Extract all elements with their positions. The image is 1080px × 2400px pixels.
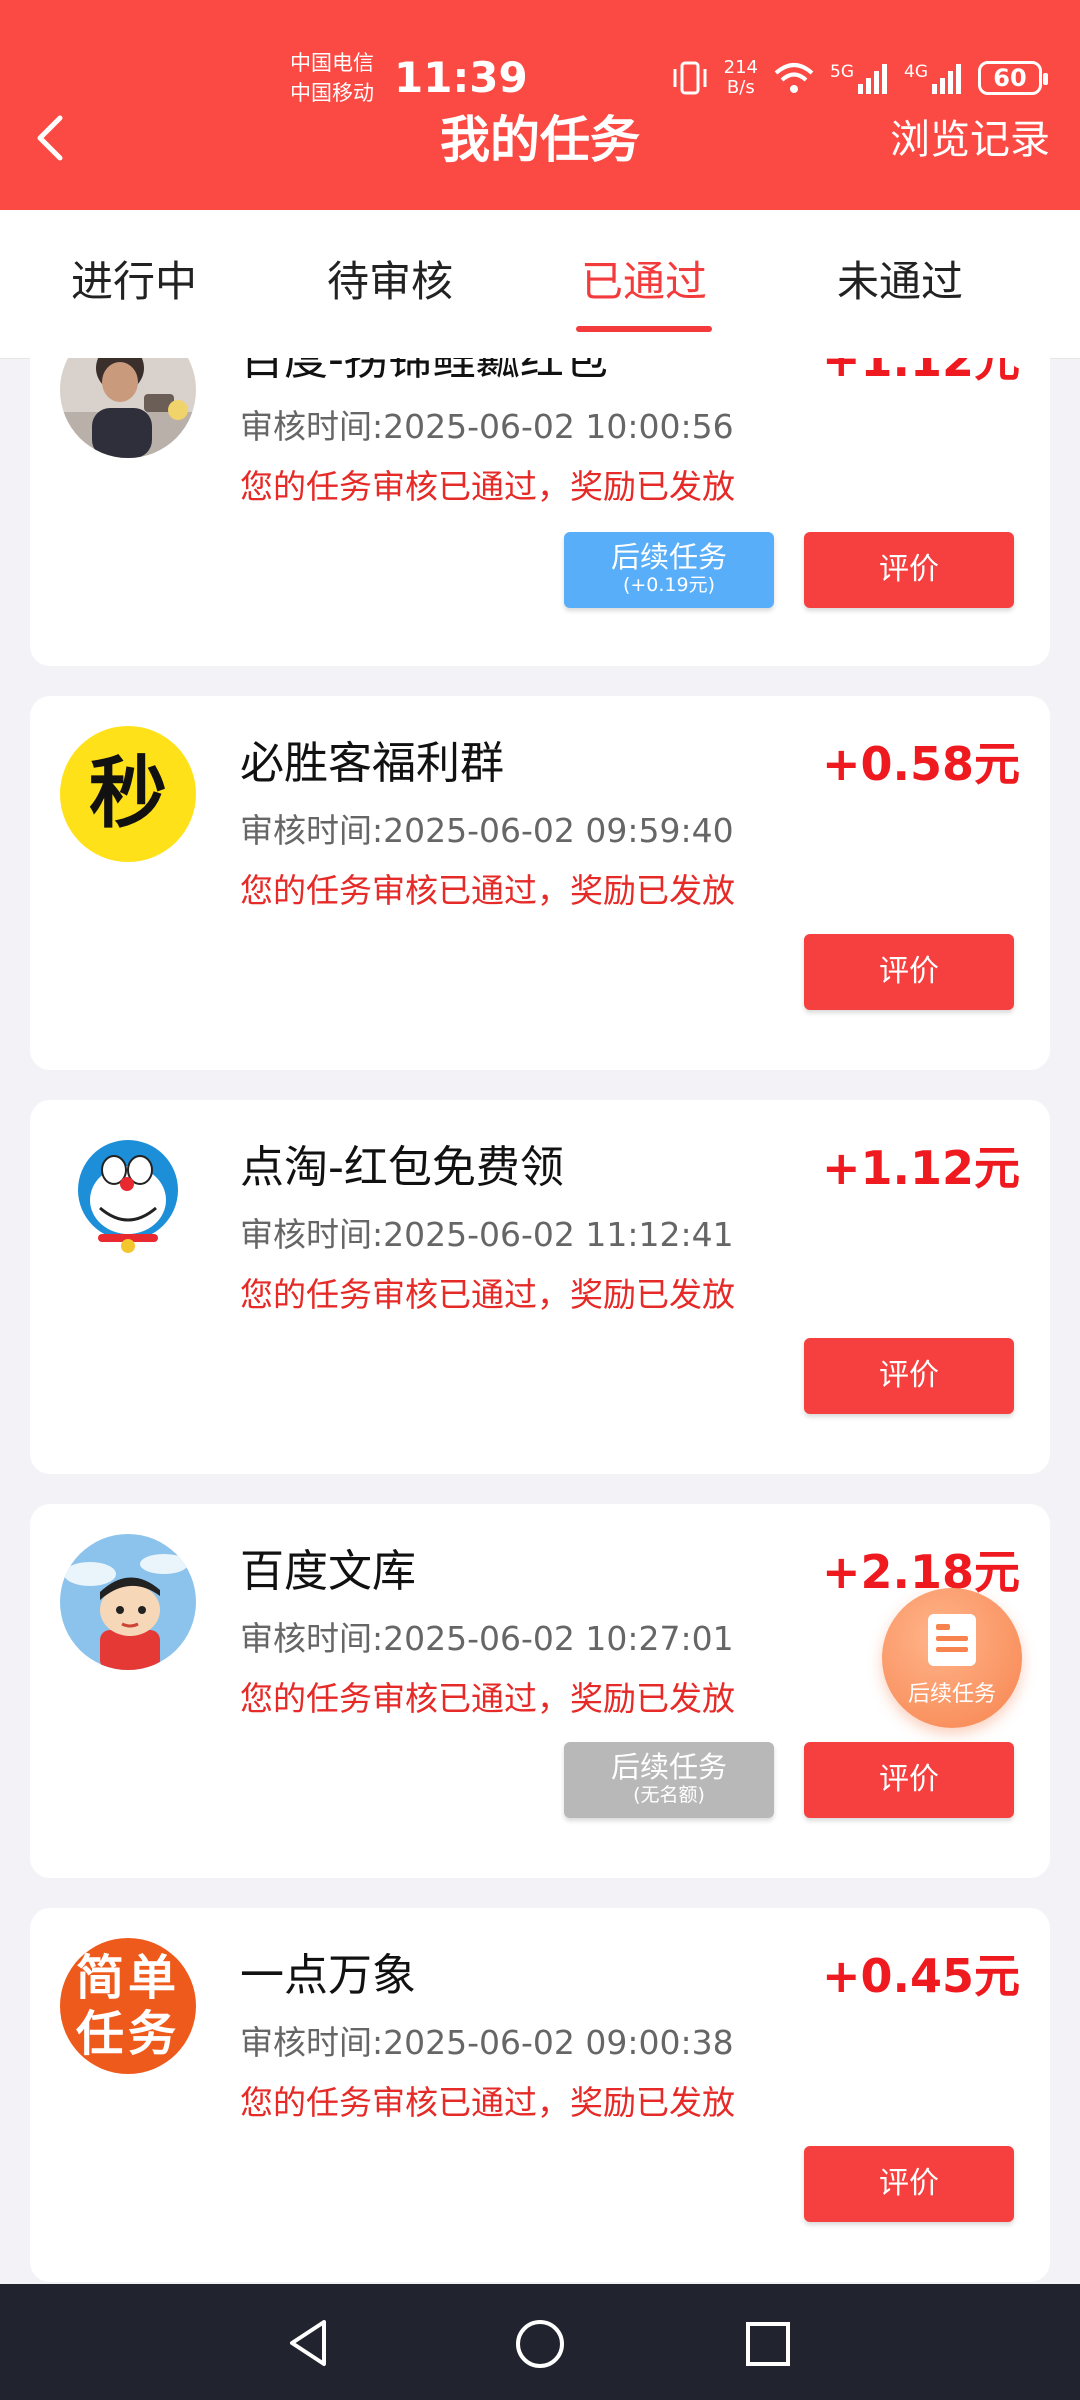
review-time: 审核时间:2025-06-02 10:27:01 [240, 1619, 734, 1658]
reward-amount: +2.18元 [821, 1545, 1020, 1599]
vibrate-icon [673, 61, 707, 95]
avatar-text: 简单 任务 [60, 1938, 196, 2062]
avatar: 简单 任务 [60, 1938, 196, 2074]
nav-back-icon[interactable] [284, 2318, 334, 2368]
system-icons: 214 B/s 5G 4G 60 [670, 56, 1048, 100]
list-item[interactable]: 简单 任务 一点万象 +0.45元 审核时间:2025-06-02 09:00:… [30, 1908, 1050, 2282]
battery-level: 60 [993, 64, 1027, 92]
review-time: 审核时间:2025-06-02 09:00:38 [240, 2023, 734, 2062]
avatar-text-line-2: 任务 [75, 2006, 180, 2062]
carrier-1: 中国电信 [290, 51, 374, 75]
avatar [60, 358, 196, 458]
signal-5g-label: 5G [830, 62, 854, 82]
follow-up-label: 后续任务 [610, 540, 727, 574]
signal-4g: 4G [904, 62, 964, 94]
status-bar: 中国电信 中国移动 11:39 214 B/s 5G 4G 60 [0, 48, 1080, 108]
review-time: 审核时间:2025-06-02 09:59:40 [240, 811, 734, 850]
follow-up-task-fab[interactable]: 后续任务 [882, 1588, 1022, 1728]
task-name: 必胜客福利群 [240, 738, 504, 789]
avatar-text-line-1: 简单 [75, 1950, 180, 2006]
review-time: 审核时间:2025-06-02 11:12:41 [240, 1215, 734, 1254]
reward-amount: +1.12元 [821, 358, 1020, 387]
task-name: 百度-拐锦鲤瓤红包 [240, 358, 608, 385]
net-speed-value: 214 [723, 57, 758, 78]
follow-up-task-button[interactable]: 后续任务 (+0.19元) [564, 532, 774, 608]
tab-rejected[interactable]: 未通过 [800, 250, 1000, 314]
tab-pending-review[interactable]: 待审核 [290, 250, 490, 314]
avatar-text: 秒 [88, 749, 167, 839]
signal-icon [932, 64, 961, 94]
review-result: 您的任务审核已通过，奖励已发放 [240, 467, 735, 506]
battery-icon: 60 [978, 61, 1048, 95]
carrier-2: 中国移动 [290, 81, 374, 105]
signal-4g-label: 4G [904, 62, 928, 82]
status-tabs: 进行中 待审核 已通过 未通过 [0, 210, 1080, 359]
avatar [60, 1534, 196, 1670]
reward-amount: +1.12元 [821, 1141, 1020, 1195]
task-name: 一点万象 [240, 1950, 416, 2001]
cartoon-boy-avatar [60, 1534, 196, 1670]
tab-approved[interactable]: 已通过 [544, 250, 744, 314]
fab-label: 后续任务 [907, 1682, 996, 1707]
task-list[interactable]: 百度-拐锦鲤瓤红包 +1.12元 审核时间:2025-06-02 10:00:5… [0, 358, 1080, 2284]
review-result: 您的任务审核已通过，奖励已发放 [240, 1679, 735, 1718]
reward-amount: +0.45元 [821, 1949, 1020, 2003]
evaluate-button[interactable]: 评价 [804, 1742, 1014, 1818]
review-result: 您的任务审核已通过，奖励已发放 [240, 1275, 735, 1314]
review-time: 审核时间:2025-06-02 10:00:56 [240, 407, 734, 446]
task-name: 百度文库 [240, 1546, 416, 1597]
evaluate-button[interactable]: 评价 [804, 532, 1014, 608]
review-result: 您的任务审核已通过，奖励已发放 [240, 871, 735, 910]
system-nav-bar [0, 2284, 1080, 2400]
carrier-info: 中国电信 中国移动 [290, 48, 374, 108]
nav-home-icon[interactable] [514, 2318, 566, 2370]
avatar: 秒 [60, 726, 196, 862]
review-result: 您的任务审核已通过，奖励已发放 [240, 2083, 735, 2122]
evaluate-button[interactable]: 评价 [804, 934, 1014, 1010]
document-icon [928, 1614, 976, 1666]
browse-history-link[interactable]: 浏览记录 [890, 110, 1050, 170]
follow-up-task-button[interactable]: 后续任务 (无名额) [564, 1742, 774, 1818]
user-photo-avatar [60, 358, 196, 458]
tab-in-progress[interactable]: 进行中 [34, 250, 234, 314]
follow-up-reward: (+0.19元) [622, 574, 716, 596]
app-header: 中国电信 中国移动 11:39 214 B/s 5G 4G 60 我的任务 浏览… [0, 0, 1080, 210]
evaluate-button[interactable]: 评价 [804, 2146, 1014, 2222]
clock: 11:39 [394, 53, 528, 102]
follow-up-label: 后续任务 [610, 1750, 727, 1784]
net-speed: 214 B/s [724, 58, 758, 98]
cartoon-cat-avatar [78, 1140, 178, 1253]
wifi-icon [774, 63, 814, 93]
nav-recents-icon[interactable] [744, 2320, 792, 2368]
task-name: 点淘-红包免费领 [240, 1142, 564, 1193]
list-item[interactable]: 点淘-红包免费领 +1.12元 审核时间:2025-06-02 11:12:41… [30, 1100, 1050, 1474]
list-item[interactable]: 百度-拐锦鲤瓤红包 +1.12元 审核时间:2025-06-02 10:00:5… [30, 358, 1050, 666]
follow-up-quota: (无名额) [633, 1784, 705, 1806]
list-item[interactable]: 秒 必胜客福利群 +0.58元 审核时间:2025-06-02 09:59:40… [30, 696, 1050, 1070]
reward-amount: +0.58元 [821, 737, 1020, 791]
active-tab-indicator [576, 326, 712, 332]
net-speed-unit: B/s [726, 77, 755, 98]
signal-5g: 5G [830, 62, 890, 94]
avatar [60, 1130, 196, 1266]
evaluate-button[interactable]: 评价 [804, 1338, 1014, 1414]
signal-icon [858, 64, 887, 94]
